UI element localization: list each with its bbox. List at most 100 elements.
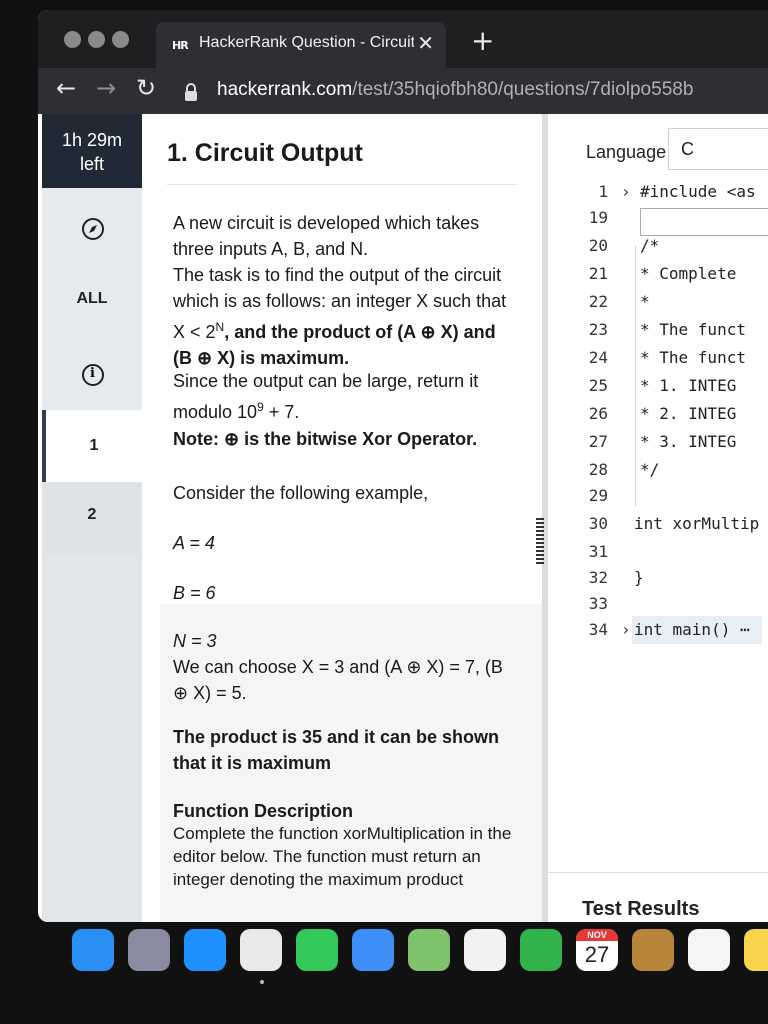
back-arrow-icon[interactable]: ← [56, 74, 76, 102]
code-line[interactable]: 32} [548, 568, 768, 596]
example-a: A = 4 [173, 533, 215, 553]
code-line[interactable]: 27 * 3. INTEG [548, 432, 768, 460]
line-number: 20 [588, 236, 608, 255]
notes-icon[interactable] [744, 929, 768, 971]
macos-dock: NOV 27 [58, 922, 768, 994]
code-text: * The funct [640, 320, 746, 339]
line-number: 22 [588, 292, 608, 311]
compass-icon[interactable] [82, 218, 104, 240]
line-number: 24 [588, 348, 608, 367]
code-text: int xorMultip [634, 514, 760, 533]
question-panel: 1. Circuit Output A new circuit is devel… [142, 114, 542, 922]
fold-arrow-icon[interactable]: › [621, 620, 631, 639]
code-line[interactable]: 29 [548, 486, 768, 514]
drag-handle-icon[interactable] [536, 518, 544, 564]
safari-icon[interactable] [184, 929, 226, 971]
all-questions-button[interactable]: ALL [42, 290, 142, 308]
fold-arrow-icon[interactable]: › [621, 182, 631, 201]
plus-icon[interactable]: + [471, 24, 494, 57]
launchpad-icon[interactable] [128, 929, 170, 971]
line-number: 30 [588, 514, 608, 533]
question-2-tab[interactable]: 2 [42, 482, 142, 554]
test-results-heading[interactable]: Test Results [582, 898, 699, 921]
code-line[interactable]: 19 [548, 208, 768, 236]
code-line[interactable]: 23 * The funct [548, 320, 768, 348]
question-sidebar: 1h 29m left ALL i 1 2 [42, 114, 142, 922]
sidebar-empty-area [42, 554, 142, 922]
language-label: Language [586, 142, 667, 162]
code-line[interactable]: 22 * [548, 292, 768, 320]
tab-bar: HR HackerRank Question - Circuit ✕ + [38, 10, 768, 68]
example-n: N = 3 [173, 631, 217, 651]
browser-tab[interactable]: HR HackerRank Question - Circuit ✕ [156, 22, 446, 68]
question-title: 1. Circuit Output [167, 139, 363, 167]
language-select[interactable]: C [668, 128, 768, 170]
code-editor-panel: Language C 1 › #include <as 19 20 /* 21 * Comp… [548, 114, 768, 922]
function-description-text: Complete the function xorMultiplication … [173, 824, 512, 889]
example-result: The product is 35 and it can be shown th… [173, 727, 500, 773]
contacts-icon[interactable] [632, 929, 674, 971]
code-line[interactable]: 28 */ [548, 460, 768, 488]
close-icon[interactable]: ✕ [417, 31, 434, 56]
url-field[interactable]: hackerrank.com/test/35hqiofbh80/question… [217, 79, 693, 101]
finder-icon[interactable] [72, 929, 114, 971]
lock-icon [185, 83, 197, 101]
address-bar-row: ← → ↻ hackerrank.com/test/35hqiofbh80/qu… [38, 68, 768, 114]
xor-note: Note: ⊕ is the bitwise Xor Operator. [173, 429, 478, 449]
zoom-window-button[interactable] [112, 31, 129, 48]
time-remaining: 1h 29m left [42, 114, 142, 188]
code-line[interactable]: 25 * 1. INTEG [548, 376, 768, 404]
line-number: 25 [588, 376, 608, 395]
code-text: } [634, 568, 644, 587]
photos-icon[interactable] [464, 929, 506, 971]
title-divider [167, 184, 517, 185]
code-line[interactable]: 20 /* [548, 236, 768, 264]
browser-window: HR HackerRank Question - Circuit ✕ + ← →… [38, 10, 768, 922]
timer-suffix: left [79, 154, 104, 174]
calendar-day: 27 [584, 942, 610, 967]
code-text: * 1. INTEG [640, 376, 737, 395]
code-text: */ [640, 460, 660, 479]
function-description-heading: Function Description [173, 801, 353, 821]
code-line[interactable]: 21 * Complete [548, 264, 768, 292]
timer-value: 1h 29m [61, 130, 123, 150]
code-line[interactable]: 26 * 2. INTEG [548, 404, 768, 432]
reload-icon[interactable]: ↻ [136, 74, 156, 102]
code-text: * The funct [640, 348, 746, 367]
tab-title: HackerRank Question - Circuit [199, 34, 414, 51]
calendar-icon[interactable]: NOV 27 [576, 929, 618, 971]
line-number: 23 [588, 320, 608, 339]
problem-paragraph-2: The task is to find the output of the ci… [173, 265, 507, 368]
info-icon[interactable]: i [82, 364, 104, 386]
code-text: #include <as [640, 182, 756, 201]
code-line[interactable]: 34 › int main() ⋯ [548, 620, 768, 648]
running-app-indicator [260, 980, 264, 984]
code-line[interactable]: 24 * The funct [548, 348, 768, 376]
code-line[interactable]: 31 [548, 542, 768, 570]
example-choose: We can choose X = 3 and (A ⊕ X) = 7, (B … [173, 657, 503, 703]
minimize-window-button[interactable] [88, 31, 105, 48]
line-number: 1 [598, 182, 608, 201]
code-text: * 3. INTEG [640, 432, 737, 451]
messages-icon[interactable] [296, 929, 338, 971]
close-window-button[interactable] [64, 31, 81, 48]
results-divider [548, 872, 768, 873]
example-intro: Consider the following example, [173, 483, 429, 503]
reminders-icon[interactable] [688, 929, 730, 971]
line-number: 33 [588, 594, 608, 613]
code-text: * Complete [640, 264, 737, 283]
line-number: 27 [588, 432, 608, 451]
facetime-icon[interactable] [520, 929, 562, 971]
problem-paragraph-3: Since the output can be large, return it… [173, 371, 479, 422]
line-number: 19 [588, 208, 608, 227]
code-line[interactable]: 1 › #include <as [548, 182, 768, 210]
code-line[interactable]: 30 int xorMultip [548, 514, 768, 542]
calendar-month: NOV [576, 929, 618, 941]
question-1-tab[interactable]: 1 [42, 410, 142, 482]
maps-icon[interactable] [408, 929, 450, 971]
chrome-icon[interactable] [240, 929, 282, 971]
forward-arrow-icon[interactable]: → [96, 74, 116, 102]
mail-icon[interactable] [352, 929, 394, 971]
code-line[interactable]: 33 [548, 594, 768, 622]
line-number: 28 [588, 460, 608, 479]
